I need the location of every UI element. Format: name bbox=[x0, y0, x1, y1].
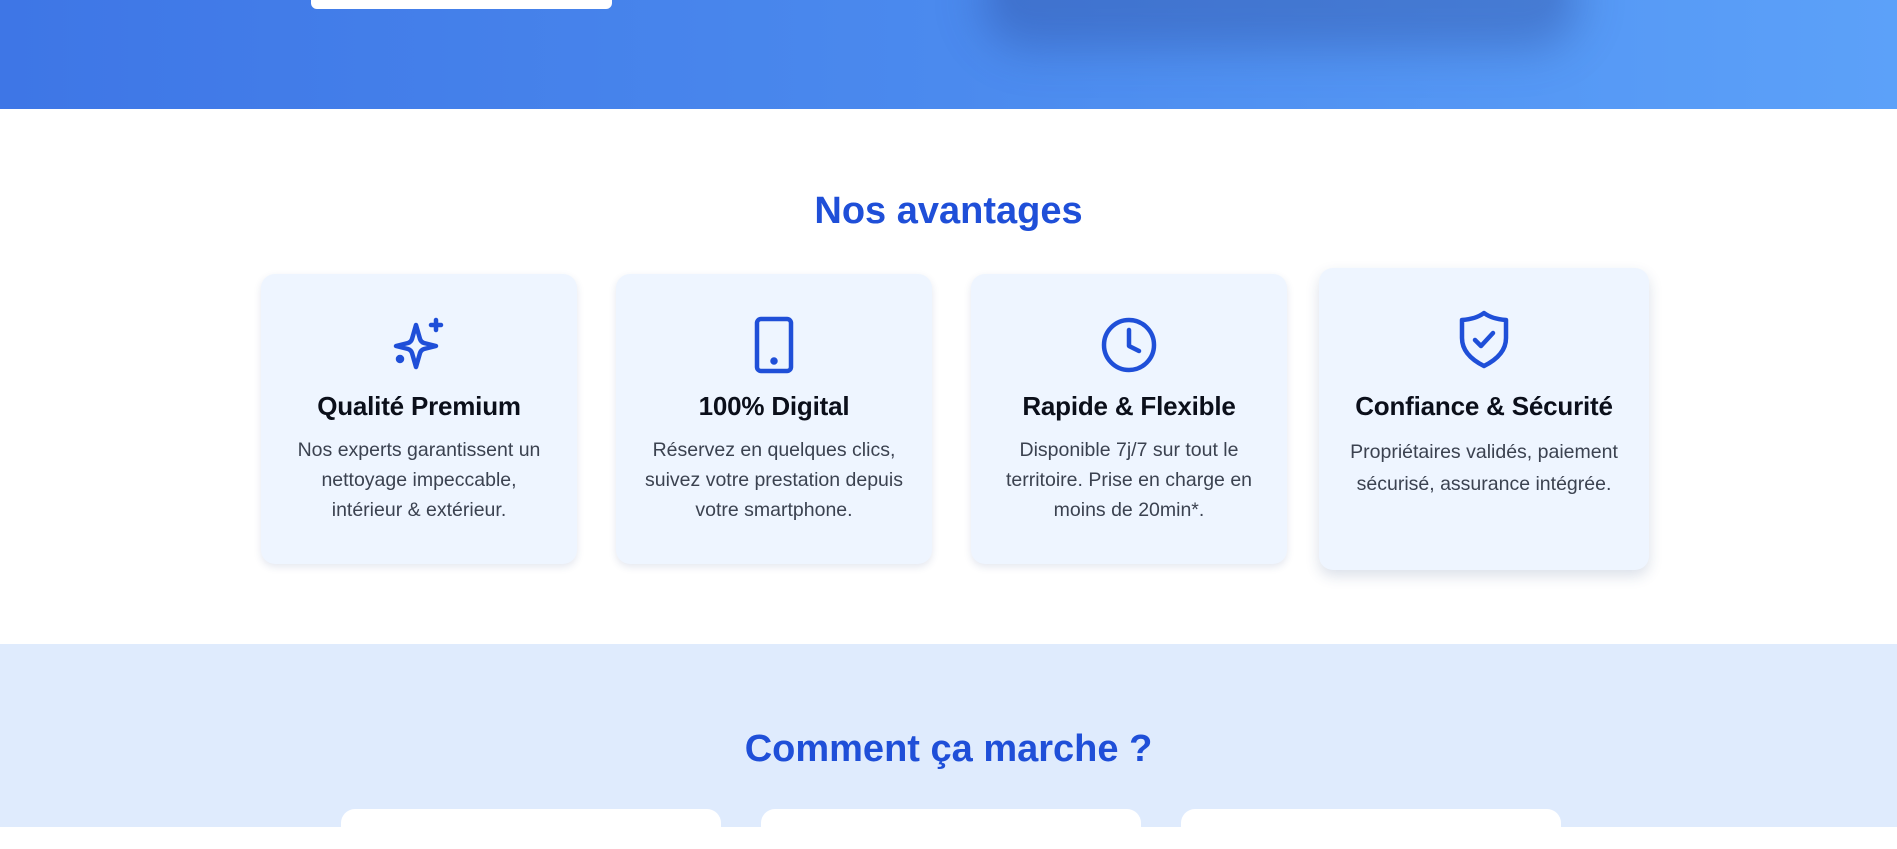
card-description: Disponible 7j/7 sur tout le territoire. … bbox=[1005, 439, 1253, 521]
card-title: Qualité Premium bbox=[317, 391, 521, 421]
hero-image-shadow bbox=[1000, 0, 1560, 20]
shield-check-icon bbox=[1454, 309, 1514, 369]
card-description: Propriétaires validés, paiement sécurisé… bbox=[1350, 441, 1618, 495]
card-description: Nos experts garantissent un nettoyage im… bbox=[297, 439, 541, 521]
step-card bbox=[341, 809, 721, 849]
how-it-works-section: Comment ça marche ? bbox=[0, 644, 1897, 849]
hero-cta-button[interactable] bbox=[311, 0, 612, 9]
sparkles-icon bbox=[389, 315, 449, 375]
card-title: Rapide & Flexible bbox=[1022, 391, 1236, 421]
card-description: Réservez en quelques clics, suivez votre… bbox=[645, 439, 903, 521]
step-card bbox=[1181, 809, 1561, 849]
how-it-works-title: Comment ça marche ? bbox=[744, 728, 1153, 770]
advantage-card-security: Confiance & Sécurité Propriétaires valid… bbox=[1319, 268, 1649, 570]
advantage-card-flexible: Rapide & Flexible Disponible 7j/7 sur to… bbox=[971, 274, 1287, 564]
smartphone-icon bbox=[744, 315, 804, 375]
clock-icon bbox=[1099, 315, 1159, 375]
card-title: 100% Digital bbox=[698, 391, 850, 421]
card-title: Confiance & Sécurité bbox=[1355, 391, 1613, 421]
step-card bbox=[761, 809, 1141, 849]
hero-section bbox=[0, 0, 1897, 109]
advantage-card-digital: 100% Digital Réservez en quelques clics,… bbox=[616, 274, 932, 564]
advantage-card-quality: Qualité Premium Nos experts garantissent… bbox=[261, 274, 577, 564]
advantages-title: Nos avantages bbox=[814, 190, 1083, 232]
